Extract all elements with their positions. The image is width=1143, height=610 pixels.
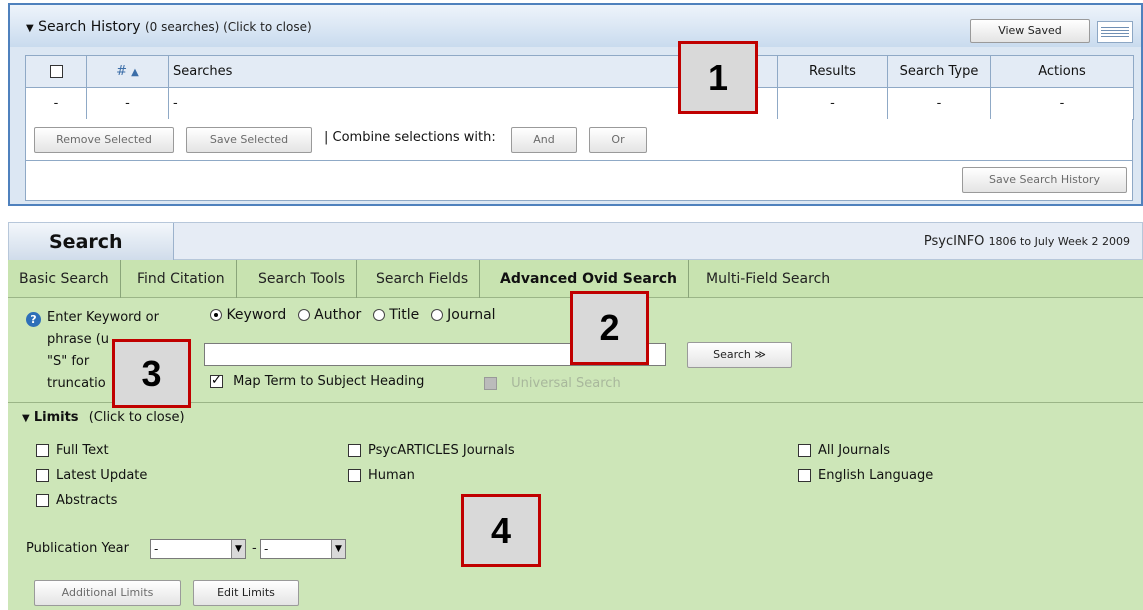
limit-human[interactable]: Human — [348, 468, 415, 483]
publication-year-label: Publication Year — [26, 541, 129, 556]
caret-down-icon[interactable]: ▼ — [26, 23, 34, 34]
column-number-label[interactable]: # — [116, 64, 127, 79]
dropdown-arrow-icon[interactable]: ▼ — [331, 540, 345, 558]
table-cell: - — [86, 87, 169, 120]
radio-title[interactable]: Title — [372, 307, 419, 323]
radio-journal[interactable]: Journal — [430, 307, 496, 323]
combine-or-button[interactable]: Or — [589, 127, 647, 153]
radio-button[interactable] — [297, 309, 310, 321]
table-header-row: # ▲ Searches Results Search Type Actions — [25, 55, 1134, 88]
combine-and-button[interactable]: And — [511, 127, 577, 153]
year-range-separator: - — [252, 541, 257, 556]
checkbox[interactable] — [348, 444, 361, 457]
tab-find-citation[interactable]: Find Citation — [126, 260, 237, 298]
sort-ascending-icon[interactable]: ▲ — [131, 67, 139, 78]
column-options-icon[interactable] — [1097, 21, 1133, 43]
help-icon[interactable]: ? — [26, 312, 41, 327]
radio-keyword[interactable]: Keyword — [210, 307, 286, 323]
limit-abstracts[interactable]: Abstracts — [36, 493, 117, 508]
radio-button[interactable] — [210, 309, 222, 321]
universal-search-label: Universal Search — [511, 376, 621, 391]
radio-button[interactable] — [430, 309, 443, 321]
checkbox[interactable] — [36, 494, 49, 507]
limits-toggle[interactable]: (Click to close) — [89, 410, 185, 425]
table-row: - - - - - - — [25, 87, 1134, 120]
history-bottom-row: Save Search History — [25, 161, 1133, 201]
database-title: PsycINFO — [923, 234, 985, 249]
search-history-table: # ▲ Searches Results Search Type Actions… — [25, 55, 1134, 120]
dropdown-arrow-icon[interactable]: ▼ — [231, 540, 245, 558]
keyword-prompt: Enter Keyword or phrase (u "S" for trunc… — [47, 307, 159, 395]
radio-button[interactable] — [372, 309, 385, 321]
database-range: 1806 to July Week 2 2009 — [988, 235, 1130, 248]
search-button[interactable]: Search ≫ — [687, 342, 792, 368]
checkbox[interactable] — [798, 444, 811, 457]
select-all-checkbox[interactable] — [49, 65, 63, 78]
radio-author[interactable]: Author — [297, 307, 361, 323]
map-term-checkbox[interactable] — [210, 373, 223, 388]
combine-label: | Combine selections with: — [324, 130, 496, 145]
limits-title: Limits — [33, 410, 79, 425]
search-history-header[interactable]: ▼ Search History (0 searches) (Click to … — [10, 5, 1141, 47]
callout-4: 4 — [461, 494, 541, 567]
search-history-count[interactable]: (0 searches) (Click to close) — [145, 20, 312, 34]
prompt-line: "S" for — [47, 354, 90, 369]
prompt-line: Enter Keyword or — [47, 310, 159, 325]
save-selected-button[interactable]: Save Selected — [186, 127, 312, 153]
callout-3: 3 — [112, 339, 191, 408]
checkbox[interactable] — [348, 469, 361, 482]
universal-search-checkbox — [484, 377, 497, 390]
map-term-label: Map Term to Subject Heading — [233, 374, 425, 389]
edit-limits-button[interactable]: Edit Limits — [193, 580, 299, 606]
year-to-select[interactable]: - ▼ — [260, 539, 346, 559]
search-main-tab[interactable]: Search — [9, 223, 174, 261]
search-history-panel: ▼ Search History (0 searches) (Click to … — [8, 3, 1143, 206]
caret-down-icon[interactable]: ▼ — [22, 413, 30, 424]
tab-basic-search[interactable]: Basic Search — [8, 260, 121, 298]
column-number[interactable]: # ▲ — [86, 55, 169, 88]
search-history-label: Search History — [38, 19, 141, 35]
database-name: PsycINFO 1806 to July Week 2 2009 — [924, 234, 1130, 249]
limit-english-language[interactable]: English Language — [798, 468, 933, 483]
additional-limits-button[interactable]: Additional Limits — [34, 580, 181, 606]
history-actions-row: Remove Selected Save Selected | Combine … — [25, 119, 1133, 161]
limit-psycarticles-journals[interactable]: PsycARTICLES Journals — [348, 443, 515, 458]
limit-all-journals[interactable]: All Journals — [798, 443, 890, 458]
view-saved-button[interactable]: View Saved — [970, 19, 1090, 43]
checkbox[interactable] — [36, 444, 49, 457]
table-cell: - — [990, 87, 1134, 120]
search-panel: Search PsycINFO 1806 to July Week 2 2009… — [8, 222, 1143, 610]
table-cell: - — [25, 87, 87, 120]
remove-selected-button[interactable]: Remove Selected — [34, 127, 174, 153]
limits-header[interactable]: ▼ Limits (Click to close) — [22, 410, 185, 425]
prompt-line: truncatio — [47, 376, 106, 391]
save-search-history-button[interactable]: Save Search History — [962, 167, 1127, 193]
search-topbar: Search PsycINFO 1806 to July Week 2 2009 — [8, 222, 1143, 261]
checkbox[interactable] — [798, 469, 811, 482]
prompt-line: phrase (u — [47, 332, 110, 347]
callout-2: 2 — [570, 291, 649, 365]
search-field-radios: Keyword Author Title Journal — [210, 307, 503, 323]
tab-multi-field-search[interactable]: Multi-Field Search — [695, 260, 841, 298]
column-results: Results — [777, 55, 888, 88]
checkbox[interactable] — [36, 469, 49, 482]
callout-1: 1 — [678, 41, 758, 114]
limit-full-text[interactable]: Full Text — [36, 443, 109, 458]
limit-latest-update[interactable]: Latest Update — [36, 468, 147, 483]
limits-section: ▼ Limits (Click to close) Full Text Late… — [8, 402, 1143, 610]
column-actions: Actions — [990, 55, 1134, 88]
column-search-type: Search Type — [887, 55, 991, 88]
search-history-title[interactable]: ▼ Search History (0 searches) (Click to … — [26, 19, 312, 35]
select-all-cell[interactable] — [25, 55, 87, 88]
table-cell: - — [777, 87, 888, 120]
year-from-select[interactable]: - ▼ — [150, 539, 246, 559]
tab-search-fields[interactable]: Search Fields — [365, 260, 481, 298]
tab-search-tools[interactable]: Search Tools — [247, 260, 358, 298]
universal-search-option: Universal Search — [484, 376, 621, 391]
map-term-option[interactable]: Map Term to Subject Heading — [210, 373, 425, 389]
table-cell: - — [887, 87, 991, 120]
